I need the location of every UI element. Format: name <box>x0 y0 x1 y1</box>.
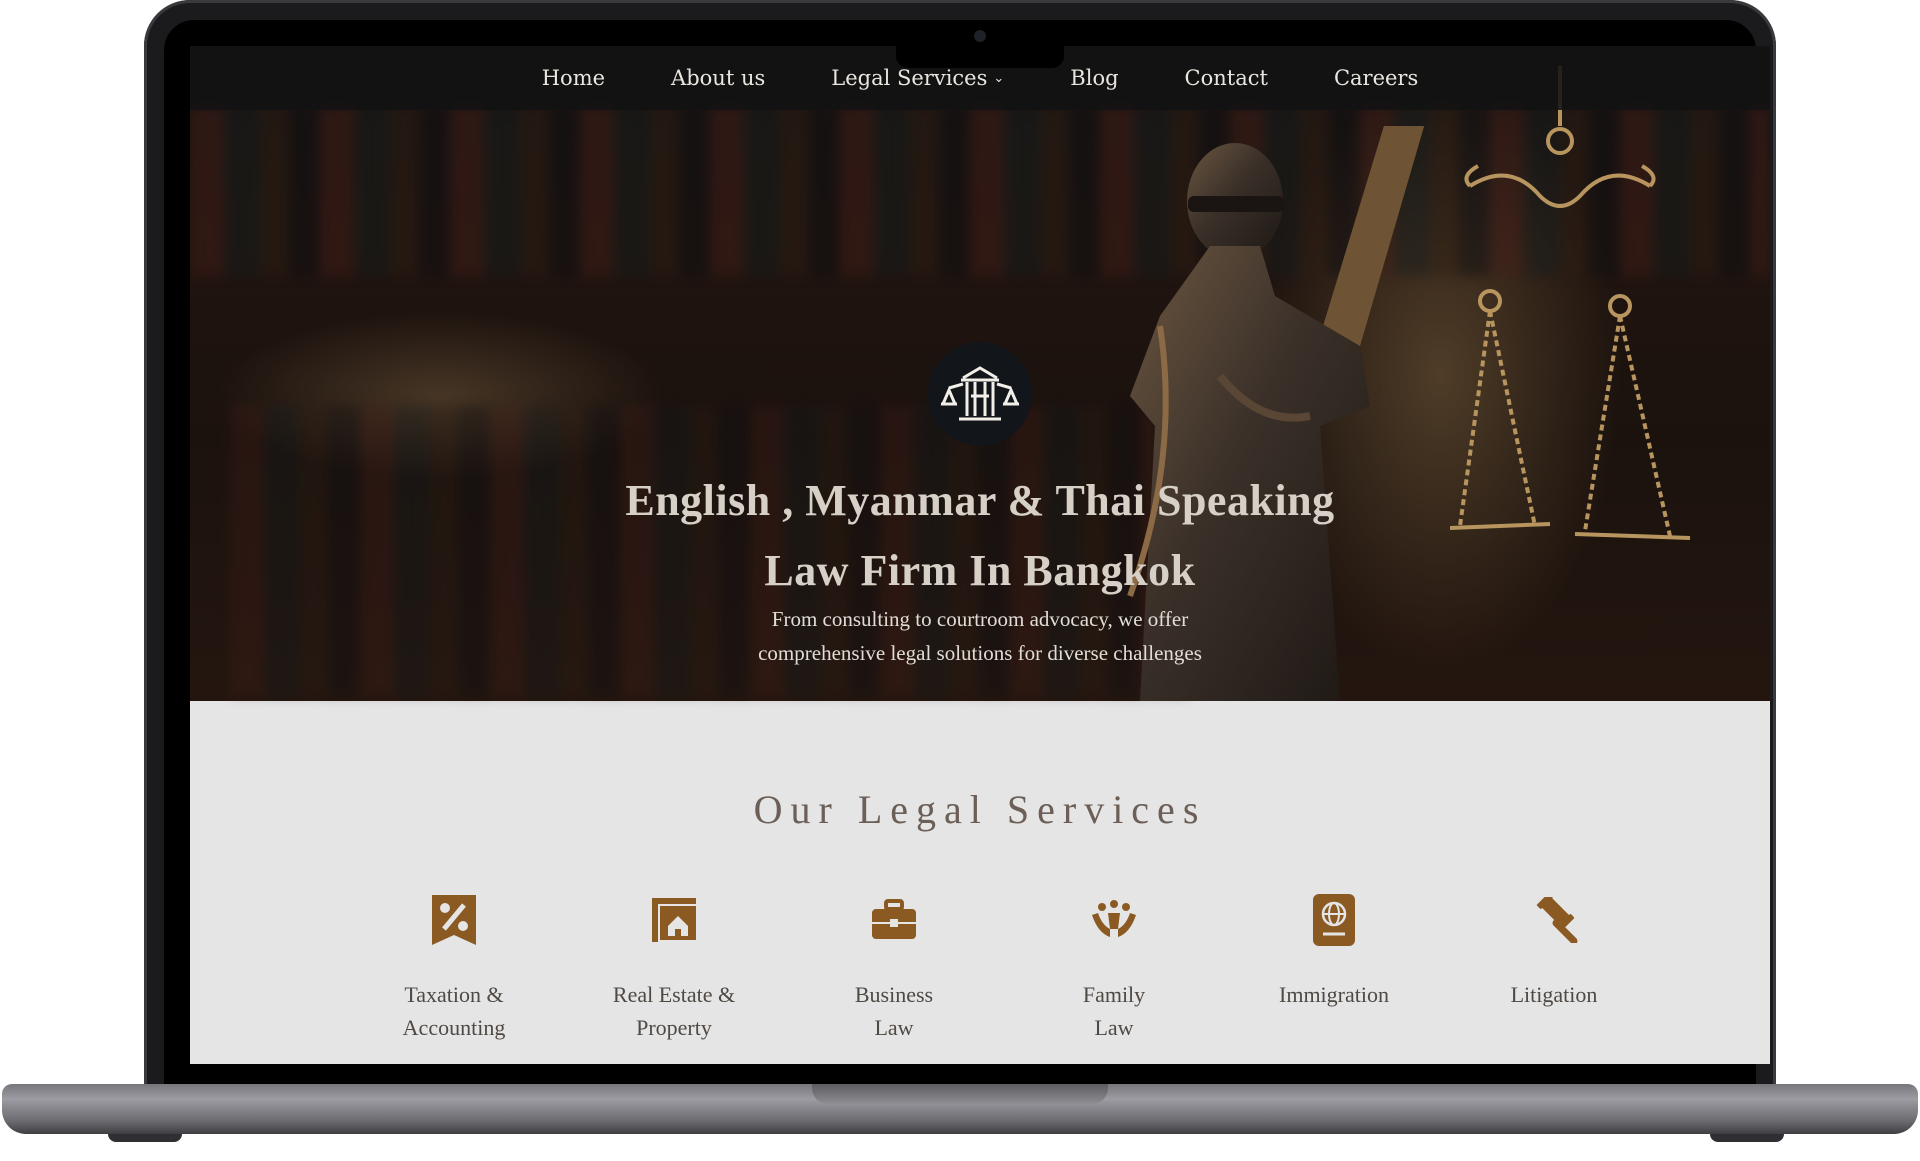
service-label: Taxation & Accounting <box>364 978 544 1044</box>
service-label-line-1: Business <box>854 982 934 1007</box>
service-business-law[interactable]: Business Law <box>804 892 984 1044</box>
nav-careers[interactable]: Careers <box>1334 66 1418 90</box>
chevron-down-icon: ⌄ <box>993 70 1005 86</box>
tax-percent-icon <box>426 892 482 948</box>
service-label: Real Estate & Property <box>584 978 764 1044</box>
house-frame-icon <box>646 892 702 948</box>
laptop-opening-groove <box>812 1084 1108 1104</box>
nav-legal-services-label: Legal Services <box>831 66 988 90</box>
nav-contact[interactable]: Contact <box>1185 66 1268 90</box>
service-real-estate[interactable]: Real Estate & Property <box>584 892 764 1044</box>
service-label-line-1: Real Estate & <box>612 982 736 1007</box>
service-label-line-1: Taxation & <box>404 982 504 1007</box>
service-label-line-1: Immigration <box>1279 982 1389 1007</box>
hero-subtitle-line-2: comprehensive legal solutions for divers… <box>758 641 1202 665</box>
laptop-foot-right <box>1710 1134 1784 1142</box>
firm-logo[interactable] <box>928 342 1032 446</box>
service-immigration[interactable]: Immigration <box>1244 892 1424 1011</box>
hero-title: English , Myanmar & Thai Speaking Law Fi… <box>190 466 1770 606</box>
laptop-base <box>0 1084 1920 1161</box>
nav-home-label: Home <box>541 66 606 90</box>
service-taxation[interactable]: Taxation & Accounting <box>364 892 544 1044</box>
camera-notch <box>896 20 1064 68</box>
nav-blog[interactable]: Blog <box>1070 66 1118 90</box>
service-label: Litigation <box>1464 978 1644 1011</box>
services-grid: Taxation & Accounting Real Estate & Proper… <box>364 892 1684 1062</box>
service-label-line-2: Accounting <box>402 1015 506 1040</box>
service-label-line-2: Law <box>874 1015 914 1040</box>
nav-about-us[interactable]: About us <box>671 66 765 90</box>
passport-icon <box>1306 892 1362 948</box>
hero-subtitle: From consulting to courtroom advocacy, w… <box>190 602 1770 670</box>
hero-title-line-2: Law Firm In Bangkok <box>764 546 1196 595</box>
gavel-icon <box>1526 892 1582 948</box>
service-label-line-2: Property <box>636 1015 712 1040</box>
hero-section: Home About us Legal Services ⌄ Blog Conta… <box>190 46 1770 701</box>
nav-home[interactable]: Home <box>542 66 605 90</box>
website-screen: Home About us Legal Services ⌄ Blog Conta… <box>190 46 1770 1064</box>
courthouse-scales-logo-icon <box>940 366 1020 421</box>
screen-bezel: Home About us Legal Services ⌄ Blog Conta… <box>164 20 1770 1090</box>
service-family-law[interactable]: Family Law <box>1024 892 1204 1044</box>
laptop-lid: Home About us Legal Services ⌄ Blog Conta… <box>144 0 1776 1090</box>
service-litigation[interactable]: Litigation <box>1464 892 1644 1011</box>
nav-legal-services[interactable]: Legal Services ⌄ <box>831 66 1004 90</box>
service-label: Business Law <box>804 978 984 1044</box>
service-label-line-1: Family <box>1082 982 1146 1007</box>
nav-careers-label: Careers <box>1333 66 1419 90</box>
briefcase-icon <box>866 892 922 948</box>
nav-about-label: About us <box>671 66 766 90</box>
family-hands-icon <box>1086 892 1142 948</box>
nav-contact-label: Contact <box>1184 66 1268 90</box>
hero-title-line-1: English , Myanmar & Thai Speaking <box>625 476 1335 525</box>
camera-icon <box>974 30 986 42</box>
service-label: Family Law <box>1024 978 1204 1044</box>
service-label-line-1: Litigation <box>1510 982 1598 1007</box>
service-label-line-2: Law <box>1094 1015 1134 1040</box>
laptop-foot-left <box>108 1134 182 1142</box>
nav-blog-label: Blog <box>1070 66 1119 90</box>
hero-subtitle-line-1: From consulting to courtroom advocacy, w… <box>771 607 1189 631</box>
service-label: Immigration <box>1244 978 1424 1011</box>
services-heading: Our Legal Services <box>753 787 1207 832</box>
